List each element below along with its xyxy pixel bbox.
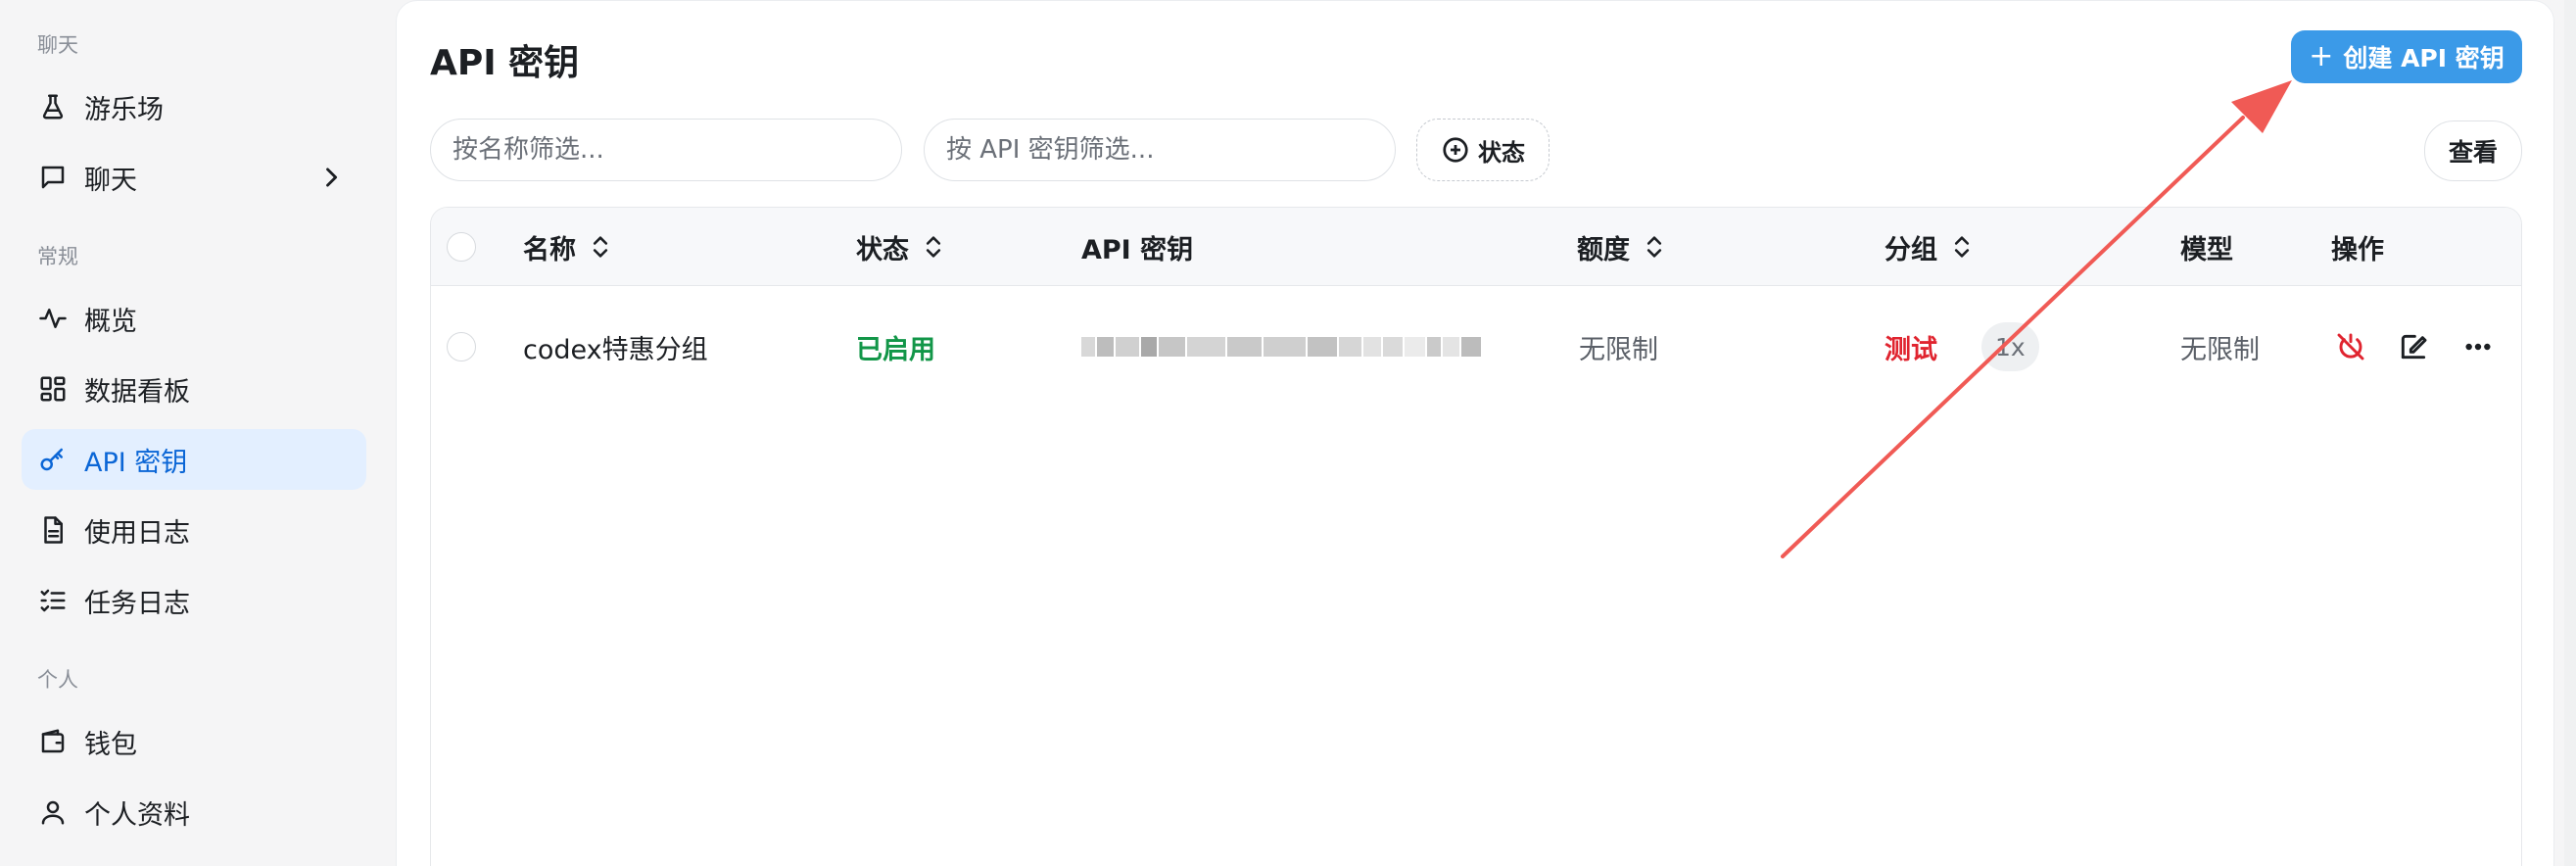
column-header-actions: 操作 — [2331, 208, 2384, 286]
section-label-personal: 个人 — [37, 668, 78, 692]
sidebar-item-label: API 密钥 — [84, 447, 188, 478]
column-header-label: API 密钥 — [1081, 234, 1194, 265]
status-badge: 已启用 — [856, 334, 935, 365]
status-filter-button[interactable]: 状态 — [1416, 119, 1550, 181]
sidebar-item-label: 游乐场 — [84, 94, 164, 125]
sidebar-item-label: 聊天 — [84, 165, 137, 196]
dashboard-icon — [37, 373, 69, 405]
sidebar-item-label: 使用日志 — [84, 517, 190, 549]
flask-icon — [37, 91, 69, 122]
page-title: API 密钥 — [430, 43, 580, 83]
column-header-label: 模型 — [2180, 234, 2233, 265]
table-row: codex特惠分组 已启用 无限制 测试 1x 无限制 — [431, 286, 2521, 408]
sidebar-item-wallet[interactable]: 钱包 — [22, 711, 366, 772]
section-label-chat: 聊天 — [37, 33, 78, 57]
sort-icon[interactable] — [923, 233, 944, 261]
chevron-right-icon[interactable] — [317, 164, 345, 191]
sort-icon[interactable] — [1951, 233, 1973, 261]
column-header-group[interactable]: 分组 — [1884, 208, 1973, 286]
wallet-icon — [37, 726, 69, 757]
sidebar-item-chat[interactable]: 聊天 — [22, 147, 366, 208]
column-header-quota[interactable]: 额度 — [1577, 208, 1665, 286]
section-label-general: 常规 — [37, 245, 78, 268]
list-check-icon — [37, 585, 69, 616]
chat-icon — [37, 162, 69, 193]
row-model: 无限制 — [2180, 334, 2260, 365]
sidebar-item-label: 概览 — [84, 306, 137, 337]
status-filter-label: 状态 — [1478, 138, 1525, 167]
select-all-checkbox[interactable] — [447, 232, 476, 262]
name-filter-input[interactable] — [430, 119, 902, 181]
column-header-name[interactable]: 名称 — [523, 208, 611, 286]
sort-icon[interactable] — [590, 233, 611, 261]
column-header-label: 操作 — [2331, 234, 2384, 265]
main-panel: API 密钥 + 创建 API 密钥 状态 查看 名称 状态 API 密钥 — [396, 0, 2554, 866]
sidebar-item-label: 个人资料 — [84, 799, 190, 831]
sidebar-item-dashboard[interactable]: 数据看板 — [22, 359, 366, 419]
column-header-model: 模型 — [2180, 208, 2233, 286]
sidebar-item-api-keys[interactable]: API 密钥 — [22, 429, 366, 490]
more-horizontal-icon — [2465, 343, 2491, 351]
sidebar-item-label: 任务日志 — [84, 588, 190, 619]
plus-circle-icon — [1441, 135, 1470, 165]
create-api-key-button[interactable]: + 创建 API 密钥 — [2291, 30, 2522, 83]
sidebar-item-task-logs[interactable]: 任务日志 — [22, 570, 366, 631]
key-filter-input[interactable] — [924, 119, 1396, 181]
scrollbar-track[interactable] — [2564, 0, 2576, 866]
sidebar-item-usage-logs[interactable]: 使用日志 — [22, 500, 366, 560]
column-header-label: 分组 — [1884, 234, 1937, 265]
column-header-api-key: API 密钥 — [1081, 208, 1193, 286]
sidebar-item-label: 数据看板 — [84, 376, 190, 408]
create-button-label: 创建 API 密钥 — [2343, 44, 2504, 72]
column-header-label: 额度 — [1577, 234, 1630, 265]
document-icon — [37, 514, 69, 546]
sidebar-item-profile[interactable]: 个人资料 — [22, 782, 366, 842]
sidebar-item-playground[interactable]: 游乐场 — [22, 76, 366, 137]
more-actions-button[interactable] — [2460, 329, 2496, 364]
activity-icon — [37, 303, 69, 334]
view-button[interactable]: 查看 — [2424, 120, 2522, 181]
table-header: 名称 状态 API 密钥 额度 分组 模型 操作 — [431, 208, 2521, 286]
row-checkbox[interactable] — [447, 332, 476, 361]
key-icon — [37, 444, 69, 475]
row-name: codex特惠分组 — [523, 334, 708, 365]
plus-icon: + — [2309, 39, 2334, 73]
group-tag: 测试 — [1884, 334, 1937, 365]
edit-key-button[interactable] — [2396, 329, 2431, 364]
sidebar: 聊天 游乐场 聊天 常规 概览 数据看板 API 密钥 使用日志 任务日志 个人… — [0, 0, 394, 866]
row-quota: 无限制 — [1579, 334, 1658, 365]
user-icon — [37, 796, 69, 828]
ratio-badge: 1x — [1981, 322, 2039, 371]
api-keys-table: 名称 状态 API 密钥 额度 分组 模型 操作 codex特惠分组 已启用 无… — [430, 207, 2522, 866]
column-header-status[interactable]: 状态 — [856, 208, 944, 286]
column-header-label: 名称 — [523, 234, 576, 265]
sort-icon[interactable] — [1644, 233, 1665, 261]
column-header-label: 状态 — [856, 234, 909, 265]
sidebar-item-overview[interactable]: 概览 — [22, 288, 366, 349]
edit-icon — [2401, 334, 2427, 360]
masked-api-key[interactable] — [1081, 331, 1483, 362]
disable-key-button[interactable] — [2333, 329, 2368, 364]
sidebar-item-label: 钱包 — [84, 729, 137, 760]
power-off-icon — [2337, 333, 2364, 361]
